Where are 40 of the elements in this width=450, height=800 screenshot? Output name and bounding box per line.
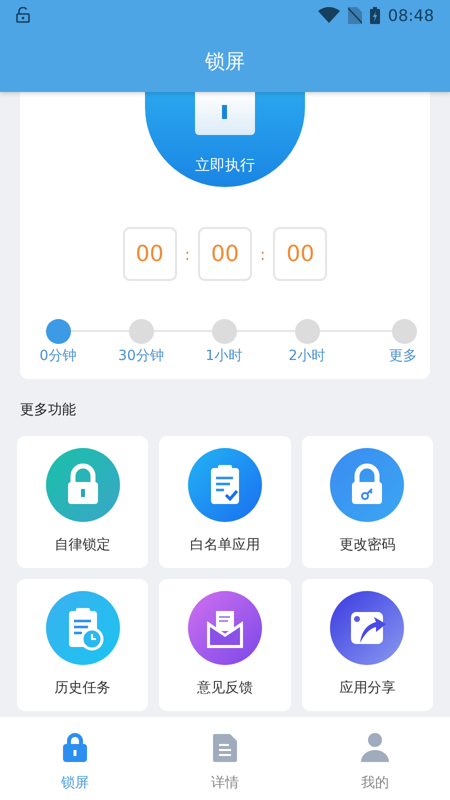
feature-tile[interactable]: 白名单应用 bbox=[159, 436, 291, 568]
feature-tile[interactable]: 应用分享 bbox=[302, 579, 433, 711]
lock-key-icon bbox=[330, 448, 404, 522]
duration-label: 1小时 bbox=[206, 347, 242, 365]
time-separator: : bbox=[260, 244, 266, 264]
feature-tile[interactable]: 自律锁定 bbox=[17, 436, 148, 568]
timer-digits: 00 bbox=[122, 227, 177, 281]
duration-label: 0分钟 bbox=[40, 347, 76, 365]
unlock-icon bbox=[16, 7, 30, 23]
lock-icon bbox=[46, 448, 120, 522]
feature-tile[interactable]: 更改密码 bbox=[302, 436, 433, 568]
lock-icon bbox=[62, 732, 88, 762]
duration-label: 更多 bbox=[389, 347, 417, 365]
feature-tile[interactable]: 历史任务 bbox=[17, 579, 148, 711]
duration-label: 30分钟 bbox=[118, 347, 164, 365]
clipboard-check-icon bbox=[188, 448, 262, 522]
battery-icon bbox=[370, 6, 380, 24]
timer-digits: 00 bbox=[198, 227, 252, 281]
duration-stop[interactable] bbox=[294, 319, 320, 344]
envelope-icon bbox=[188, 591, 262, 665]
lock-keyhole-icon bbox=[195, 92, 255, 135]
document-icon bbox=[213, 734, 237, 762]
page-title: 锁屏 bbox=[205, 48, 245, 74]
lock-now-button[interactable]: 立即执行 bbox=[145, 92, 305, 187]
duration-stop[interactable] bbox=[212, 319, 236, 344]
timer-digits: 00 bbox=[273, 227, 328, 281]
nav-tab[interactable]: 我的 bbox=[300, 717, 450, 800]
duration-label: 2小时 bbox=[288, 347, 326, 365]
time-separator: : bbox=[184, 244, 190, 264]
feature-tile[interactable]: 意见反馈 bbox=[159, 579, 291, 711]
duration-stop[interactable] bbox=[46, 319, 70, 344]
status-time: 08:48 bbox=[388, 6, 434, 24]
clipboard-clock-icon bbox=[46, 591, 120, 665]
nav-tab[interactable]: 详情 bbox=[150, 717, 300, 800]
section-title: 更多功能 bbox=[20, 401, 77, 419]
person-icon bbox=[361, 732, 389, 762]
wifi-icon bbox=[318, 7, 340, 23]
duration-stop[interactable] bbox=[128, 319, 154, 344]
duration-stop[interactable] bbox=[392, 319, 417, 344]
no-sim-icon bbox=[348, 6, 362, 24]
